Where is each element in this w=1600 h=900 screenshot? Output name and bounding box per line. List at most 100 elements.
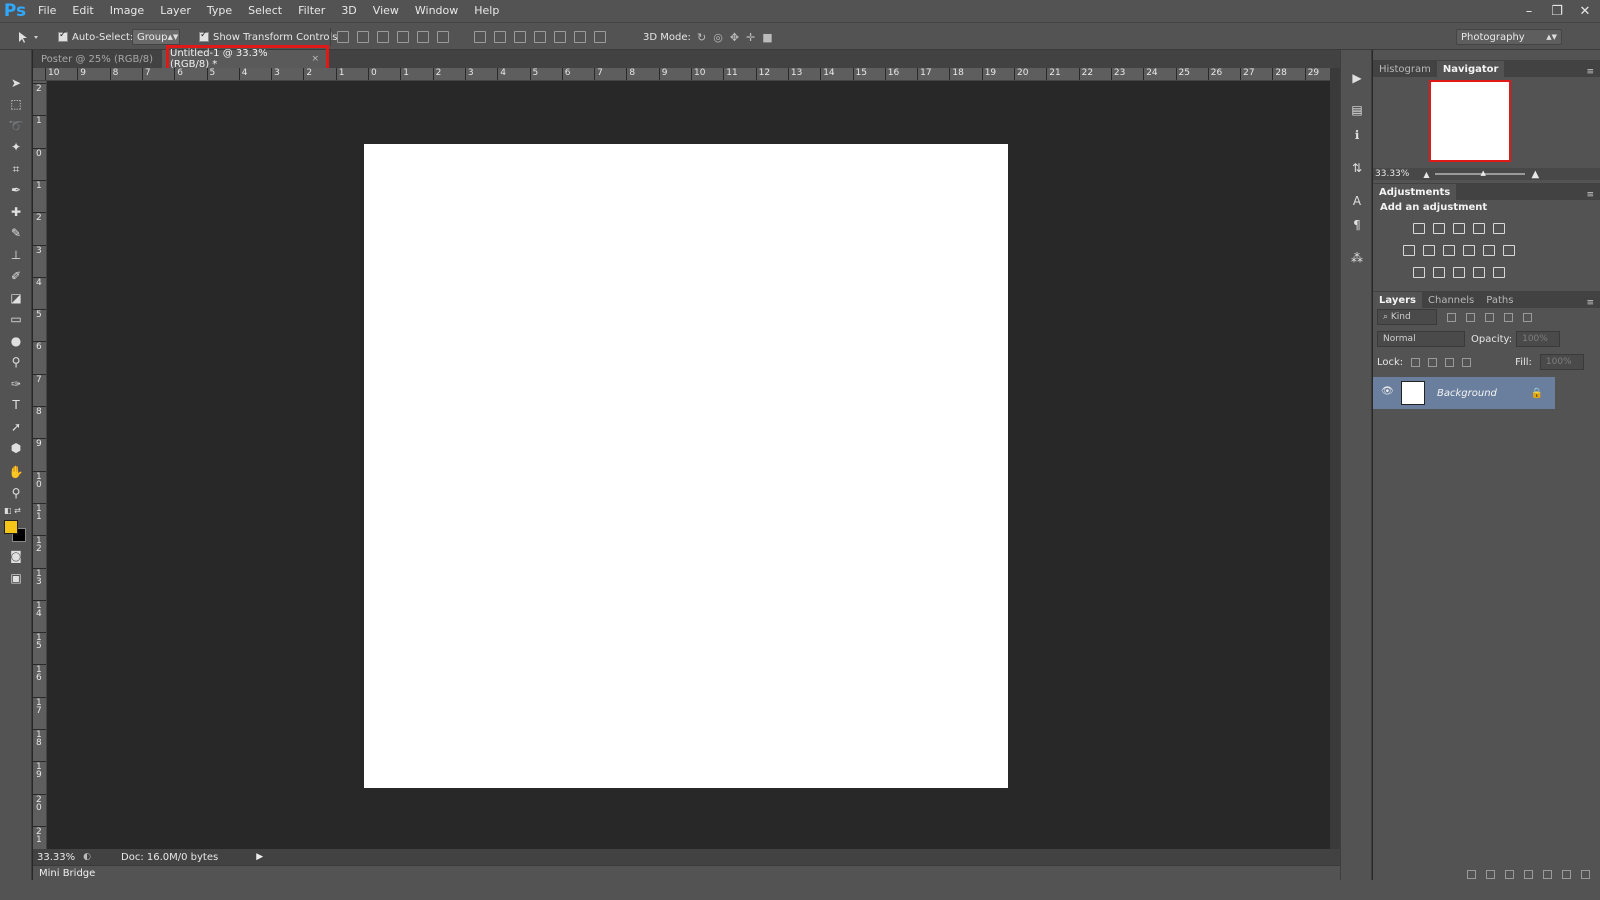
auto-select-checkbox[interactable] — [58, 30, 68, 42]
roll-3d-icon[interactable]: ◎ — [713, 31, 723, 44]
blur-tool-icon[interactable]: ● — [6, 332, 26, 350]
menu-select[interactable]: Select — [240, 0, 290, 22]
navigator-preview[interactable] — [1429, 80, 1511, 162]
layer-style-icon[interactable] — [1486, 869, 1495, 879]
tool-presets-icon[interactable]: ⇅ — [1349, 160, 1365, 176]
menu-filter[interactable]: Filter — [290, 0, 333, 22]
move-tool-icon[interactable]: ➤ — [6, 74, 26, 92]
close-icon[interactable]: × — [311, 54, 319, 64]
navigator-zoom-value[interactable]: 33.33% — [1375, 169, 1409, 179]
document-canvas[interactable] — [364, 144, 1008, 788]
photo-filter-icon[interactable] — [1463, 245, 1475, 256]
eraser-tool-icon[interactable]: ◪ — [6, 289, 26, 307]
filter-adjustment-icon[interactable] — [1466, 312, 1475, 322]
lock-transparent-icon[interactable] — [1411, 357, 1421, 367]
link-layers-icon[interactable] — [1467, 869, 1476, 879]
show-transform-option[interactable]: Show Transform Controls — [199, 23, 337, 51]
distribute-left-icon[interactable] — [534, 31, 546, 43]
menu-window[interactable]: Window — [407, 0, 466, 22]
align-right-icon[interactable] — [437, 31, 449, 43]
distribute-right-icon[interactable] — [574, 31, 586, 43]
zoom-tool-icon[interactable]: ⚲ — [6, 484, 26, 502]
posterize-icon[interactable] — [1433, 267, 1445, 278]
lock-all-icon[interactable] — [1462, 357, 1472, 367]
opacity-input[interactable]: 100% — [1516, 331, 1561, 347]
status-menu-arrow-icon[interactable]: ▶ — [256, 852, 263, 862]
character-icon[interactable]: A — [1349, 193, 1365, 209]
layer-row-background[interactable]: 👁 Background 🔒 — [1373, 377, 1555, 409]
slider-handle-icon[interactable]: ▲ — [1480, 169, 1485, 177]
gradient-map-icon[interactable] — [1473, 267, 1485, 278]
play-icon[interactable]: ▶ — [1349, 70, 1365, 86]
zoom-in-icon[interactable]: ▲ — [1531, 169, 1539, 180]
distribute-top-icon[interactable] — [474, 31, 486, 43]
eyedropper-tool-icon[interactable]: ✒ — [6, 181, 26, 199]
menu-help[interactable]: Help — [466, 0, 507, 22]
distribute-bottom-icon[interactable] — [514, 31, 526, 43]
hand-tool-icon[interactable]: ✋ — [6, 463, 26, 481]
close-button[interactable]: ✕ — [1578, 4, 1592, 19]
lock-pixels-icon[interactable] — [1428, 357, 1438, 367]
tab-channels[interactable]: Channels — [1422, 292, 1480, 308]
marquee-tool-icon[interactable]: ⬚ — [6, 95, 26, 113]
new-layer-icon[interactable] — [1562, 869, 1571, 879]
panel-menu-icon[interactable]: ≡ — [1586, 67, 1594, 77]
zoom-level[interactable]: 33.33% — [37, 852, 75, 863]
tab-adjustments[interactable]: Adjustments — [1373, 184, 1457, 200]
selective-color-icon[interactable] — [1493, 267, 1505, 278]
hue-saturation-icon[interactable] — [1403, 245, 1415, 256]
align-top-icon[interactable] — [337, 31, 349, 43]
black-white-icon[interactable] — [1443, 245, 1455, 256]
move-tool-preset[interactable] — [16, 23, 42, 51]
filter-smart-object-icon[interactable] — [1523, 312, 1532, 322]
threshold-icon[interactable] — [1453, 267, 1465, 278]
tab-untitled-1[interactable]: Untitled-1 @ 33.3% (RGB/8) * × — [162, 48, 327, 70]
zoom-out-icon[interactable]: ▲ — [1423, 170, 1429, 179]
properties-icon[interactable]: ▤ — [1349, 102, 1365, 118]
delete-layer-icon[interactable] — [1581, 869, 1590, 879]
panel-menu-icon[interactable]: ≡ — [1586, 190, 1594, 200]
zoom-slider[interactable]: ▲ — [1435, 169, 1526, 177]
tab-histogram[interactable]: Histogram — [1373, 61, 1437, 77]
history-brush-tool-icon[interactable]: ✐ — [6, 267, 26, 285]
healing-brush-tool-icon[interactable]: ✚ — [6, 203, 26, 221]
slide-3d-icon[interactable]: ✛ — [746, 31, 755, 44]
add-mask-icon[interactable] — [1505, 869, 1514, 879]
paragraph-icon[interactable]: ¶ — [1349, 217, 1365, 233]
tab-poster[interactable]: Poster @ 25% (RGB/8) × — [33, 50, 177, 68]
info-icon[interactable]: ℹ — [1349, 127, 1365, 143]
restore-button[interactable]: ❐ — [1550, 4, 1564, 19]
dodge-tool-icon[interactable]: ⚲ — [6, 353, 26, 371]
new-adjustment-layer-icon[interactable] — [1524, 869, 1533, 879]
filter-type-icon[interactable] — [1485, 312, 1494, 322]
distribute-hcenter-icon[interactable] — [554, 31, 566, 43]
align-hcenter-icon[interactable] — [417, 31, 429, 43]
vibrance-icon[interactable] — [1493, 223, 1505, 234]
align-left-icon[interactable] — [397, 31, 409, 43]
menu-edit[interactable]: Edit — [64, 0, 101, 22]
default-colors-icon[interactable]: ◧ ⇄ — [4, 506, 21, 515]
align-bottom-icon[interactable] — [377, 31, 389, 43]
exposure-icon[interactable] — [1473, 223, 1485, 234]
layer-name[interactable]: Background — [1437, 388, 1497, 399]
blend-mode-dropdown[interactable]: Normal — [1377, 331, 1465, 347]
menu-3d[interactable]: 3D — [333, 0, 364, 22]
tab-layers[interactable]: Layers — [1373, 292, 1422, 308]
tab-paths[interactable]: Paths — [1480, 292, 1519, 308]
auto-select-option[interactable]: Auto-Select: — [58, 23, 133, 51]
panel-menu-icon[interactable]: ≡ — [1586, 298, 1594, 308]
crop-tool-icon[interactable]: ⌗ — [6, 160, 26, 178]
brush-tool-icon[interactable]: ✎ — [6, 224, 26, 242]
channel-mixer-icon[interactable] — [1483, 245, 1495, 256]
type-tool-icon[interactable]: T — [6, 396, 26, 414]
curves-icon[interactable] — [1453, 223, 1465, 234]
mini-bridge-tab[interactable]: Mini Bridge — [33, 865, 1340, 880]
auto-align-icon[interactable] — [594, 31, 606, 43]
scale-3d-icon[interactable]: ■ — [762, 31, 772, 44]
menu-type[interactable]: Type — [199, 0, 240, 22]
foreground-color-swatch[interactable] — [4, 520, 18, 534]
distribute-vcenter-icon[interactable] — [494, 31, 506, 43]
brightness-icon[interactable] — [1413, 223, 1425, 234]
lasso-tool-icon[interactable]: ➰ — [6, 117, 26, 135]
tab-navigator[interactable]: Navigator — [1436, 61, 1505, 77]
